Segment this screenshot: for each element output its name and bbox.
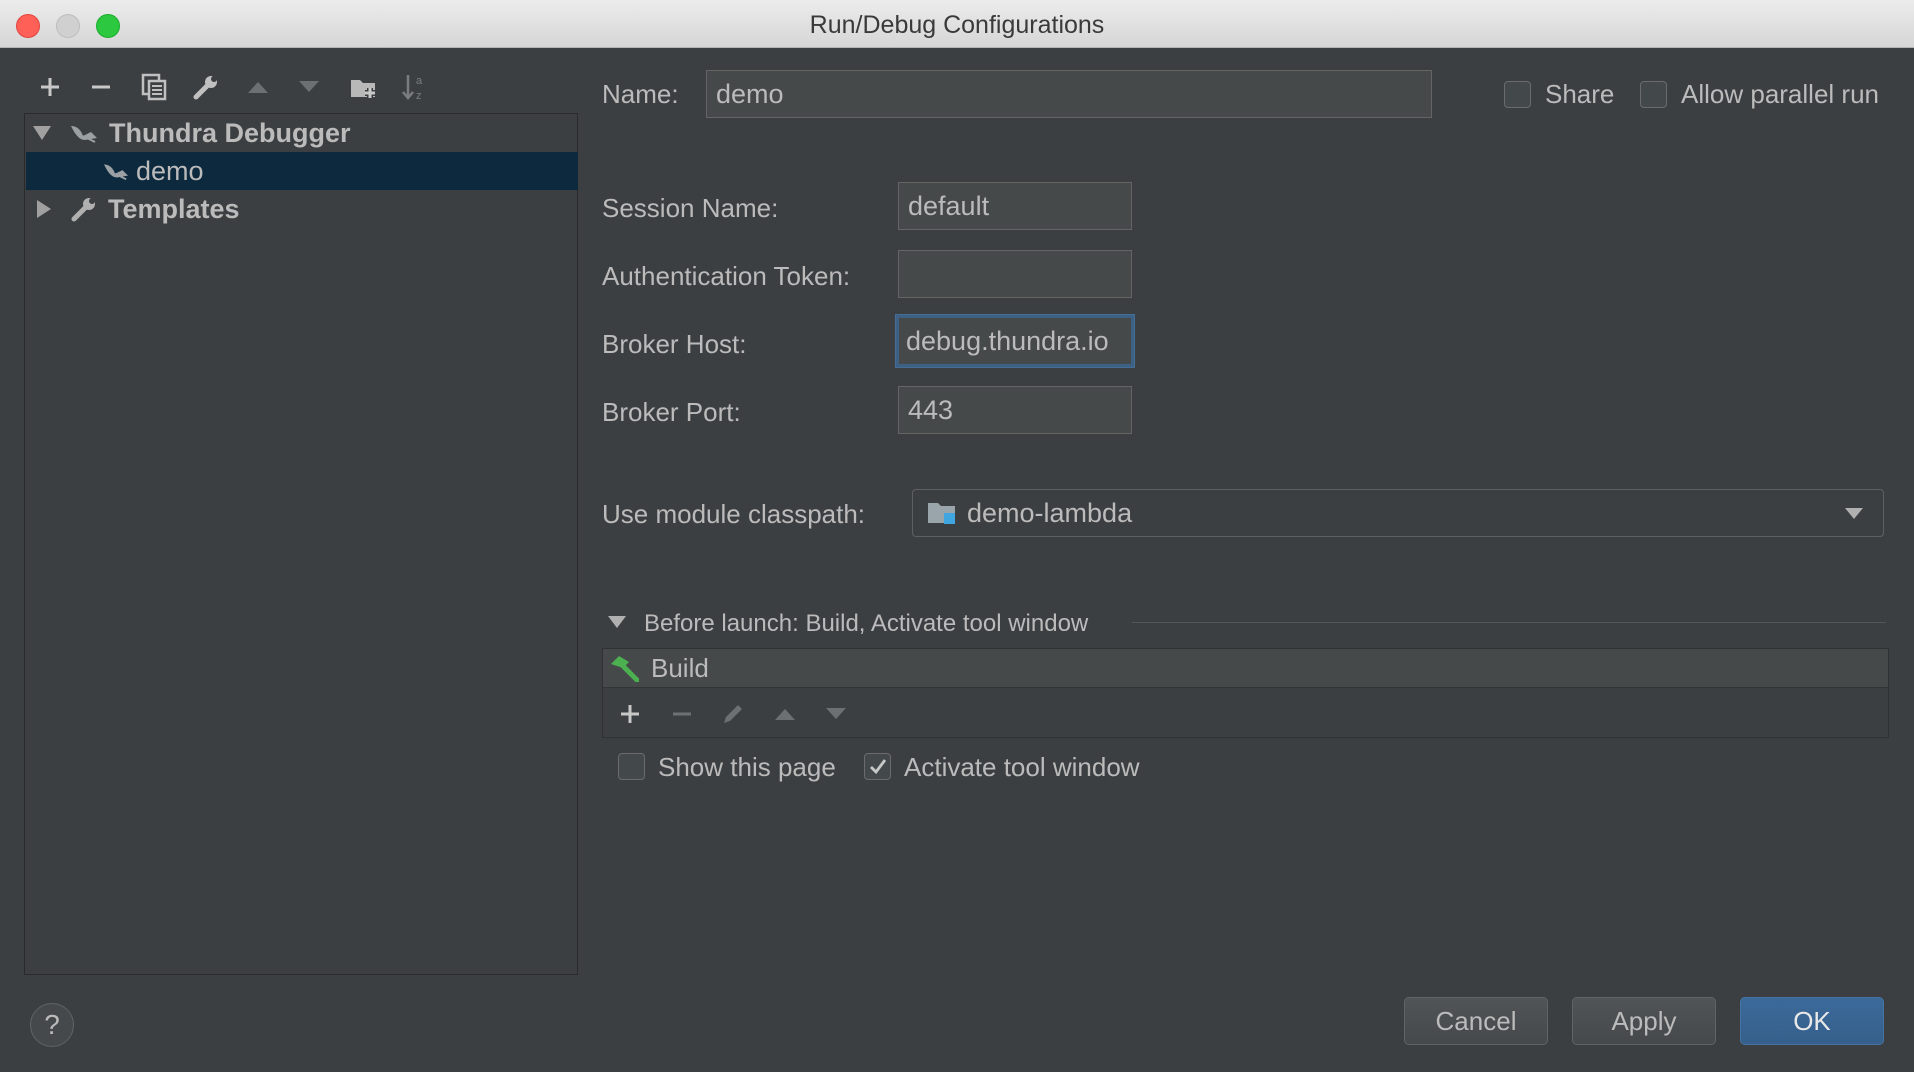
share-checkbox[interactable] [1504,81,1531,108]
allow-parallel-run-checkbox[interactable] [1640,81,1667,108]
session-name-input[interactable]: default [898,182,1132,230]
module-folder-icon [927,500,957,526]
new-folder-icon[interactable] [347,70,381,104]
before-launch-collapse-icon[interactable] [608,616,626,628]
before-launch-task-list: Build [602,648,1889,738]
share-label: Share [1545,79,1615,109]
ok-button[interactable]: OK [1740,997,1884,1045]
svg-text:z: z [416,90,422,102]
add-task-icon[interactable] [613,697,647,731]
build-task-label: Build [651,652,709,683]
wrench-icon[interactable] [189,70,223,104]
move-up-icon[interactable] [241,70,275,104]
remove-icon[interactable] [84,70,118,104]
list-item[interactable]: Build [603,649,1888,688]
tree-label-thundra-debugger: Thundra Debugger [109,117,351,148]
expand-arrow-icon[interactable] [33,126,51,140]
build-hammer-icon [609,654,639,682]
remove-task-icon[interactable] [665,697,699,731]
allow-parallel-run-label: Allow parallel run [1681,79,1879,109]
module-classpath-label: Use module classpath: [602,499,866,529]
module-classpath-value: demo-lambda [967,497,1133,528]
broker-port-label: Broker Port: [602,397,741,427]
activate-tool-window-label: Activate tool window [904,752,1140,782]
broker-host-input[interactable]: debug.thundra.io [896,315,1134,367]
tree-item-templates[interactable]: Templates [26,190,578,228]
run-debug-dialog: Run/Debug Configurations az Thundra Debu… [0,0,1914,1072]
authentication-token-label: Authentication Token: [602,261,851,291]
help-button[interactable]: ? [30,1003,74,1047]
sort-icon[interactable]: az [398,70,432,104]
collapse-arrow-icon[interactable] [37,200,51,218]
checkmark-icon [869,758,886,774]
title-bar: Run/Debug Configurations [0,0,1914,48]
show-this-page-checkbox[interactable] [618,753,645,780]
section-divider [1132,622,1886,623]
copy-icon[interactable] [137,70,171,104]
wrench-icon [70,195,98,223]
chevron-down-icon [1845,508,1863,519]
add-icon[interactable] [33,70,67,104]
svg-text:a: a [416,75,423,87]
cancel-button[interactable]: Cancel [1404,997,1548,1045]
tree-label-templates: Templates [108,193,240,224]
tree-item-demo[interactable]: demo [26,152,578,190]
name-label: Name: [602,79,679,109]
edit-task-icon[interactable] [716,697,750,731]
authentication-token-input[interactable] [898,250,1132,298]
broker-host-label: Broker Host: [602,329,747,359]
thundra-icon [102,159,130,183]
session-name-label: Session Name: [602,193,779,223]
module-classpath-dropdown[interactable]: demo-lambda [912,489,1884,537]
move-task-down-icon[interactable] [819,697,853,731]
activate-tool-window-checkbox[interactable] [864,753,891,780]
broker-port-input[interactable]: 443 [898,386,1132,434]
show-this-page-label: Show this page [658,752,836,782]
apply-button[interactable]: Apply [1572,997,1716,1045]
thundra-icon [69,120,99,146]
move-task-up-icon[interactable] [768,697,802,731]
window-title: Run/Debug Configurations [809,11,1105,39]
move-down-icon[interactable] [292,70,326,104]
tree-label-demo: demo [136,155,204,186]
configuration-tree: Thundra Debugger demo Templates [24,113,578,975]
name-input[interactable]: demo [706,70,1432,118]
before-launch-header[interactable]: Before launch: Build, Activate tool wind… [644,610,1088,638]
tree-item-thundra-debugger[interactable]: Thundra Debugger [26,114,578,152]
